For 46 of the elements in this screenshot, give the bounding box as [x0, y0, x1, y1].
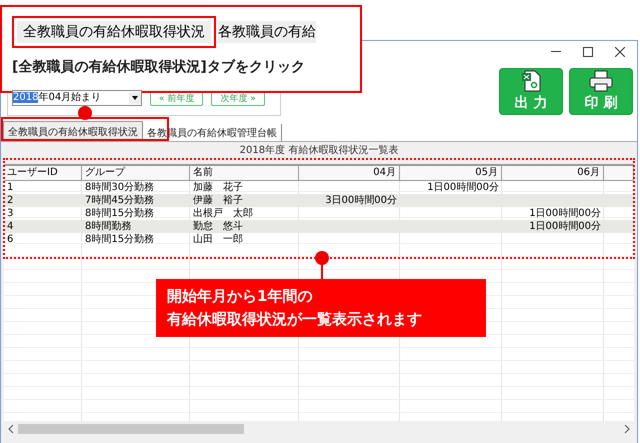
table-cell-text: 加藤 花子: [192, 181, 244, 194]
leader-line: [321, 262, 323, 279]
table-cell-text: 8時間15分勤務: [84, 233, 156, 246]
dropdown-icon[interactable]: [129, 92, 141, 104]
table-row[interactable]: 4 8時間勤務 勤怠 悠斗 1日00時間00分: [4, 220, 634, 233]
tab-preview: 各教職員の有給: [218, 21, 316, 43]
minimize-icon[interactable]: [551, 51, 561, 53]
table-cell-text: 8時間30分勤務: [84, 181, 156, 194]
table-cell-text: 3日00時間00分: [324, 194, 398, 207]
sheet-tab[interactable]: 全教職員の有給休暇取得状況: [3, 121, 143, 141]
table-cell-text: 6: [6, 233, 14, 246]
table-cell-text: 8時間15分勤務: [84, 207, 156, 220]
printer-icon: [589, 70, 613, 92]
table-cell-text: 1日00時間00分: [528, 220, 602, 233]
table-cell-text: 7時間45分勤務: [84, 194, 156, 207]
note-text: 開始年月から1年間の: [167, 286, 314, 307]
close-icon[interactable]: [615, 47, 625, 57]
note-text: 有給休暇取得状況が一覧表示されます: [167, 309, 423, 330]
table-row[interactable]: 6 8時間15分勤務 山田 一郎: [4, 233, 634, 246]
table-cell-text: 勤怠 悠斗: [192, 220, 244, 233]
table-cell-text: 1日00時間00分: [426, 181, 500, 194]
spreadsheet-file-icon: [521, 70, 541, 92]
scroll-left-icon: [8, 425, 14, 433]
table-cell-text: 8時間勤務: [84, 220, 132, 233]
column-header: 05月: [400, 166, 502, 180]
table-cell-text: 1: [6, 181, 14, 194]
table-row[interactable]: 3 8時間15分勤務 出根戸 太郎 1日00時間00分: [4, 207, 634, 220]
instruction-text: [全教職員の有給休暇取得状況]タブをクリック: [12, 58, 306, 76]
table-cell-text: 伊藤 裕子: [192, 194, 244, 207]
table-cell-text: 3: [6, 207, 14, 220]
column-header: ユーザーID: [4, 166, 82, 180]
table-row[interactable]: 1 8時間30分勤務 加藤 花子 1日00時間00分: [4, 181, 634, 194]
table-cell-text: 出根戸 太郎: [192, 207, 254, 220]
sheet-title: 2018年度 有給休暇取得状況一覧表: [238, 144, 400, 158]
scroll-right-icon: [624, 425, 630, 433]
column-header: 06月: [502, 166, 604, 180]
maximize-icon[interactable]: [583, 47, 593, 57]
column-header: 04月: [299, 166, 400, 180]
column-header: グループ: [82, 166, 190, 180]
table-cell-text: 1日00時間00分: [528, 207, 602, 220]
table-row[interactable]: 2 7時間45分勤務 伊藤 裕子 3日00時間00分: [4, 194, 634, 207]
tab-preview: 全教職員の有給休暇取得状況: [12, 16, 216, 48]
table-cell-text: 4: [6, 220, 14, 233]
table-cell-text: 山田 一郎: [192, 233, 244, 246]
column-header: 名前: [190, 166, 299, 180]
table-cell-text: 2: [6, 194, 14, 207]
